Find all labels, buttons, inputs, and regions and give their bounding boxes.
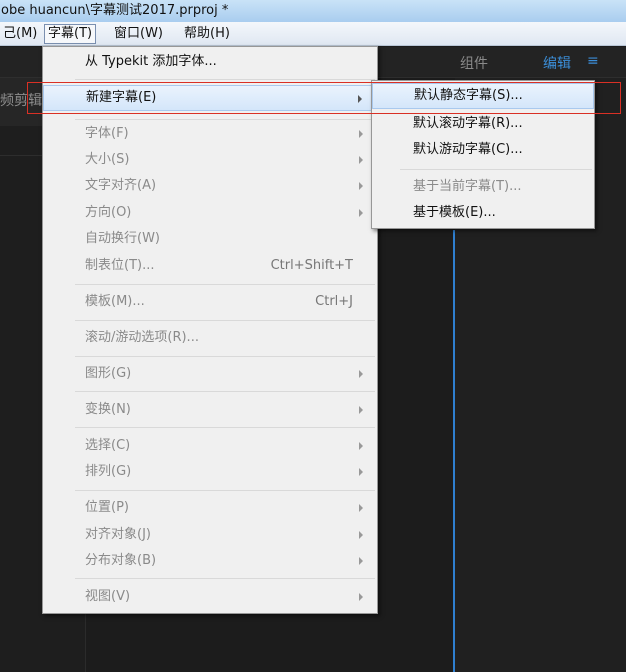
submenu-item-based-on-current[interactable]: 基于当前字幕(T)... (372, 174, 594, 200)
submenu-arrow-icon (359, 442, 363, 450)
menu-marker[interactable]: 己(M) (0, 24, 40, 44)
menu-separator (75, 119, 375, 120)
menu-item-add-typekit-fonts[interactable]: 从 Typekit 添加字体... (43, 49, 377, 75)
menu-item-label: 选择(C) (85, 438, 131, 453)
submenu-arrow-icon (359, 468, 363, 476)
workspace-menu-icon[interactable]: ≡ (587, 53, 599, 69)
menu-item-word-wrap[interactable]: 自动换行(W) (43, 226, 377, 252)
menu-item-font[interactable]: 字体(F) (43, 121, 377, 147)
submenu-item-based-on-template[interactable]: 基于模板(E)... (372, 200, 594, 226)
menu-item-label: 变换(N) (85, 402, 131, 417)
menu-separator (75, 320, 375, 321)
submenu-arrow-icon (359, 504, 363, 512)
menu-item-distribute-objects[interactable]: 分布对象(B) (43, 548, 377, 574)
left-panel-tab-label: 频剪辑 (0, 93, 42, 109)
menu-item-label: 文字对齐(A) (85, 178, 157, 193)
menu-item-label: 自动换行(W) (85, 231, 160, 246)
new-title-submenu: 默认静态字幕(S)... 默认滚动字幕(R)... 默认游动字幕(C)... 基… (371, 80, 595, 229)
menu-item-arrange[interactable]: 排列(G) (43, 459, 377, 485)
menu-separator (75, 578, 375, 579)
submenu-arrow-icon (359, 557, 363, 565)
menu-item-new-title[interactable]: 新建字幕(E) (43, 85, 377, 111)
menu-separator (75, 391, 375, 392)
window-title: obe huancun\字幕测试2017.prproj * (0, 0, 626, 22)
menu-separator (75, 490, 375, 491)
menu-item-label: 图形(G) (85, 366, 132, 381)
submenu-item-label: 默认静态字幕(S)... (414, 88, 523, 103)
menu-item-position[interactable]: 位置(P) (43, 495, 377, 521)
menu-item-label: 字体(F) (85, 126, 129, 141)
menu-title[interactable]: 字幕(T) (44, 24, 97, 44)
menu-item-select[interactable]: 选择(C) (43, 433, 377, 459)
submenu-item-label: 默认游动字幕(C)... (413, 142, 523, 157)
menu-item-label: 分布对象(B) (85, 553, 157, 568)
menu-item-roll-crawl-options[interactable]: 滚动/游动选项(R)... (43, 325, 377, 351)
submenu-item-label: 基于当前字幕(T)... (413, 179, 522, 194)
submenu-item-label: 基于模板(E)... (413, 205, 496, 220)
menu-separator (75, 427, 375, 428)
menu-item-label: 位置(P) (85, 500, 129, 515)
menu-item-label: 新建字幕(E) (86, 90, 157, 105)
components-tab[interactable]: 组件 (460, 53, 488, 73)
playhead-line (453, 230, 455, 672)
menu-item-shortcut: Ctrl+Shift+T (270, 258, 353, 273)
menu-item-label: 视图(V) (85, 589, 131, 604)
submenu-item-label: 默认滚动字幕(R)... (413, 116, 523, 131)
menu-item-label: 方向(O) (85, 205, 132, 220)
submenu-arrow-icon (359, 130, 363, 138)
menu-separator (75, 79, 375, 80)
menu-bar: 己(M) 字幕(T) 窗口(W) 帮助(H) (0, 22, 626, 46)
menu-separator (75, 284, 375, 285)
menu-item-size[interactable]: 大小(S) (43, 147, 377, 173)
submenu-item-default-still[interactable]: 默认静态字幕(S)... (372, 83, 594, 109)
menu-separator (75, 356, 375, 357)
submenu-arrow-icon (359, 209, 363, 217)
menu-item-orientation[interactable]: 方向(O) (43, 200, 377, 226)
menu-item-align-objects[interactable]: 对齐对象(J) (43, 522, 377, 548)
submenu-arrow-icon (359, 406, 363, 414)
menu-item-graphic[interactable]: 图形(G) (43, 361, 377, 387)
submenu-item-default-roll[interactable]: 默认滚动字幕(R)... (372, 111, 594, 137)
submenu-item-default-crawl[interactable]: 默认游动字幕(C)... (372, 137, 594, 163)
menu-item-templates[interactable]: 模板(M)... Ctrl+J (43, 289, 377, 315)
menu-item-view[interactable]: 视图(V) (43, 584, 377, 610)
submenu-arrow-icon (359, 370, 363, 378)
submenu-arrow-icon (359, 531, 363, 539)
submenu-arrow-icon (359, 156, 363, 164)
menu-item-label: 模板(M)... (85, 294, 145, 309)
menu-item-label: 大小(S) (85, 152, 130, 167)
menu-item-transform[interactable]: 变换(N) (43, 397, 377, 423)
titles-dropdown-menu: 从 Typekit 添加字体... 新建字幕(E) 字体(F) 大小(S) 文字… (42, 46, 378, 614)
submenu-arrow-icon (358, 95, 362, 103)
menu-item-label: 对齐对象(J) (85, 527, 151, 542)
menu-item-tab-stops[interactable]: 制表位(T)... Ctrl+Shift+T (43, 253, 377, 279)
menu-help[interactable]: 帮助(H) (181, 24, 233, 44)
menu-item-shortcut: Ctrl+J (315, 294, 353, 309)
submenu-arrow-icon (359, 182, 363, 190)
menu-item-label: 从 Typekit 添加字体... (85, 54, 217, 69)
menu-item-label: 滚动/游动选项(R)... (85, 330, 199, 345)
menu-item-label: 制表位(T)... (85, 258, 155, 273)
menu-item-label: 排列(G) (85, 464, 132, 479)
submenu-arrow-icon (359, 593, 363, 601)
menu-separator (400, 169, 592, 170)
edit-workspace-tab[interactable]: 编辑 (543, 53, 571, 73)
menu-item-text-alignment[interactable]: 文字对齐(A) (43, 173, 377, 199)
menu-window[interactable]: 窗口(W) (111, 24, 166, 44)
